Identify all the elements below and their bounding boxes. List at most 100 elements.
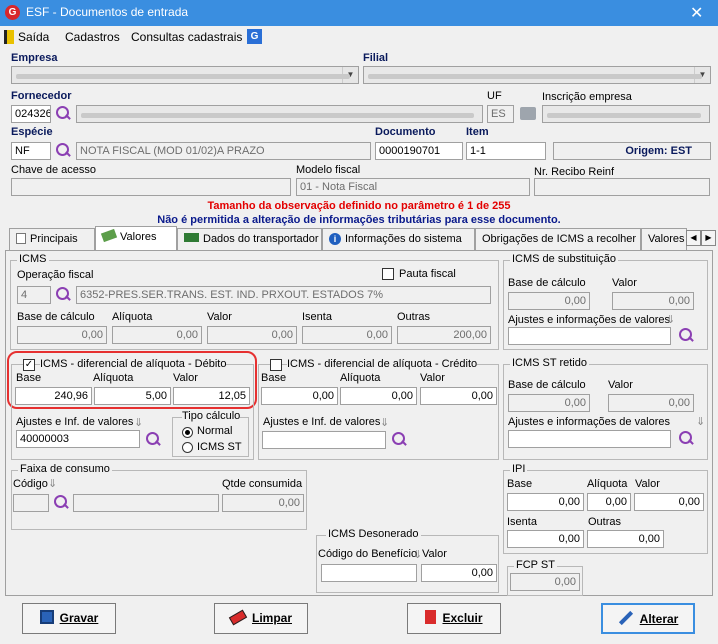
ipi-isenta-field[interactable]: 0,00: [507, 530, 584, 548]
tipo-st-label: ICMS ST: [197, 441, 242, 453]
deb-aliq-label: Alíquota: [93, 372, 134, 384]
tipo-normal-label: Normal: [197, 425, 233, 437]
limpar-button[interactable]: Limpar: [214, 603, 308, 634]
search-icon[interactable]: [390, 431, 408, 449]
icms-isenta-field[interactable]: 0,00: [302, 326, 392, 344]
search-icon[interactable]: [677, 430, 695, 448]
excluir-button[interactable]: Excluir: [407, 603, 501, 634]
icms-valor-field[interactable]: 0,00: [207, 326, 297, 344]
truck-icon: [184, 233, 199, 242]
search-icon[interactable]: [54, 105, 72, 123]
deb-base-field[interactable]: 240,96: [15, 387, 92, 405]
menu-consultas[interactable]: Consultas cadastrais: [131, 30, 242, 44]
documento-field[interactable]: 0000190701: [375, 142, 463, 160]
qtde-field[interactable]: 0,00: [222, 494, 304, 512]
tab-scroll-left-icon[interactable]: ◀: [686, 230, 701, 246]
search-icon[interactable]: [54, 286, 72, 304]
filial-label: Filial: [363, 52, 389, 64]
especie-label: Espécie: [11, 126, 53, 138]
money-icon: [100, 228, 118, 243]
ipi-valor-field[interactable]: 0,00: [634, 493, 704, 511]
ipi-isenta-label: Isenta: [507, 516, 537, 528]
tab-scroll-right-icon[interactable]: ▶: [701, 230, 716, 246]
stack-icon: [520, 107, 536, 120]
difal-debito-checkbox[interactable]: ✓: [23, 359, 35, 371]
save-icon: [39, 610, 54, 624]
menu-cadastros[interactable]: Cadastros: [65, 30, 120, 44]
codigo-field[interactable]: [13, 494, 49, 512]
ipi-aliq-label: Alíquota: [587, 478, 628, 490]
recibo-label: Nr. Recibo Reinf: [534, 166, 615, 178]
tipo-normal-radio[interactable]: [182, 427, 193, 438]
tab-informacoes[interactable]: i Informações do sistema: [322, 228, 475, 250]
pauta-checkbox[interactable]: [382, 268, 394, 280]
icms-valor-label: Valor: [207, 311, 232, 323]
especie-desc: NOTA FISCAL (MOD 01/02)A PRAZO: [76, 142, 371, 160]
empresa-select[interactable]: ▼: [11, 66, 359, 84]
close-icon[interactable]: ✕: [690, 3, 703, 23]
sub-ajustes-field[interactable]: [508, 327, 671, 345]
ipi-aliq-field[interactable]: 0,00: [587, 493, 631, 511]
search-icon[interactable]: [144, 431, 162, 449]
ipi-base-field[interactable]: 0,00: [507, 493, 584, 511]
ipi-outras-field[interactable]: 0,00: [587, 530, 664, 548]
fornecedor-code[interactable]: 024326: [11, 105, 51, 123]
cred-valor-label: Valor: [420, 372, 445, 384]
ret-base-field[interactable]: 0,00: [508, 394, 590, 412]
ret-valor-field[interactable]: 0,00: [608, 394, 694, 412]
especie-code[interactable]: NF: [11, 142, 51, 160]
help-icon[interactable]: G: [247, 29, 262, 44]
deb-ajustes-field[interactable]: 40000003: [16, 430, 140, 448]
cred-base-field[interactable]: 0,00: [261, 387, 338, 405]
sub-valor-field[interactable]: 0,00: [612, 292, 694, 310]
difal-credito-title: ICMS - diferencial de alíquota - Crédito: [287, 358, 478, 370]
icms-outras-field[interactable]: 200,00: [397, 326, 491, 344]
gravar-button[interactable]: Gravar: [22, 603, 116, 634]
chevron-down-icon[interactable]: ▼: [694, 67, 710, 83]
cred-aliq-field[interactable]: 0,00: [340, 387, 417, 405]
ret-valor-label: Valor: [608, 379, 633, 391]
codigo-label: Código: [13, 478, 48, 490]
filial-select[interactable]: ▼: [363, 66, 711, 84]
beneficio-field[interactable]: [321, 564, 417, 582]
icms-st-retido-title: ICMS ST retido: [510, 357, 589, 369]
menu-saida[interactable]: Saída: [18, 30, 49, 44]
search-icon[interactable]: [677, 327, 695, 345]
inscricao-label: Inscrição empresa: [542, 91, 632, 103]
ret-ajustes-field[interactable]: [508, 430, 671, 448]
warning-observacao: Tamanho da observação definido no parâme…: [207, 200, 511, 212]
icms-base-field[interactable]: 0,00: [17, 326, 107, 344]
deb-valor-field[interactable]: 12,05: [173, 387, 250, 405]
app-logo-icon: G: [5, 5, 20, 20]
deb-aliq-field[interactable]: 5,00: [94, 387, 171, 405]
tab-transportador[interactable]: Dados do transportador: [177, 228, 322, 250]
beneficio-label: Código do Benefício: [318, 548, 418, 560]
tab-obrigacoes[interactable]: Obrigações de ICMS a recolher: [475, 228, 641, 250]
chevron-down-icon[interactable]: ▼: [342, 67, 358, 83]
deson-valor-field[interactable]: 0,00: [421, 564, 497, 582]
alterar-button[interactable]: Alterar: [601, 603, 695, 634]
operacao-code[interactable]: 4: [17, 286, 51, 304]
pin-icon: ⇓: [666, 314, 676, 326]
tab-valores[interactable]: Valores: [95, 226, 177, 250]
sub-base-field[interactable]: 0,00: [508, 292, 590, 310]
inscricao-field: [542, 105, 710, 123]
fcp-field[interactable]: 0,00: [510, 573, 580, 591]
difal-credito-checkbox[interactable]: [270, 359, 282, 371]
documento-label: Documento: [375, 126, 436, 138]
tipo-calculo-label: Tipo cálculo: [182, 410, 241, 422]
item-field[interactable]: 1-1: [466, 142, 546, 160]
tipo-st-radio[interactable]: [182, 442, 193, 453]
fornecedor-name: [76, 105, 483, 123]
search-icon[interactable]: [52, 494, 70, 512]
empresa-label: Empresa: [11, 52, 58, 64]
tab-valores-2[interactable]: Valores: [641, 228, 687, 250]
tab-principais[interactable]: Principais: [9, 228, 95, 250]
icms-base-label: Base de cálculo: [17, 311, 95, 323]
title-bar: G ESF - Documentos de entrada ✕: [0, 0, 718, 26]
cred-ajustes-field[interactable]: [262, 431, 386, 449]
icms-aliq-field[interactable]: 0,00: [112, 326, 202, 344]
eraser-icon: [228, 609, 248, 626]
search-icon[interactable]: [54, 142, 72, 160]
cred-valor-field[interactable]: 0,00: [420, 387, 497, 405]
